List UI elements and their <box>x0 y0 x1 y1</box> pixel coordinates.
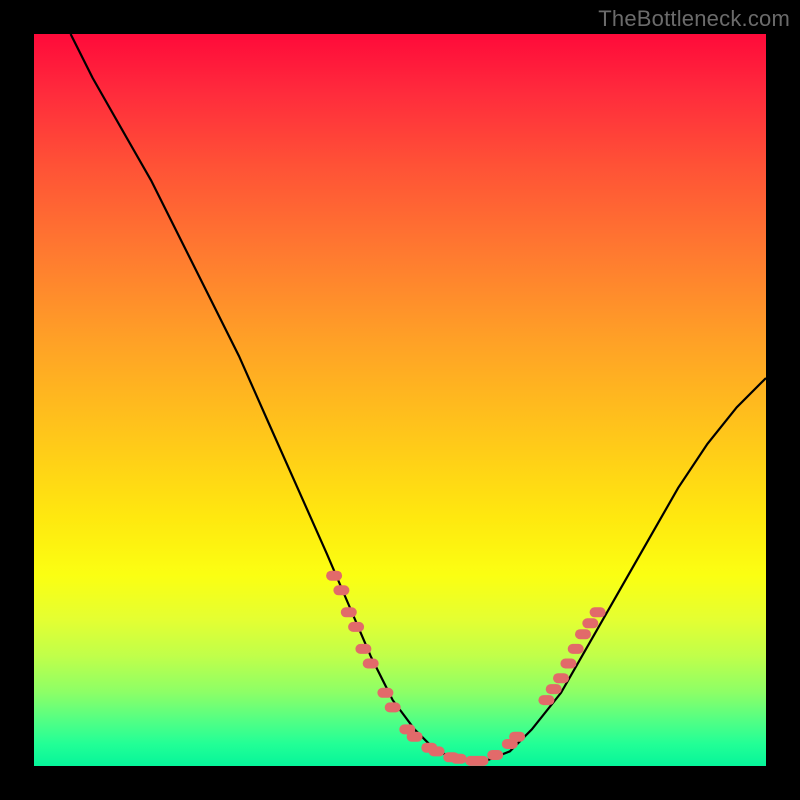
curve-marker <box>355 644 371 654</box>
curve-marker <box>553 673 569 683</box>
curve-marker <box>590 607 606 617</box>
curve-marker <box>487 750 503 760</box>
watermark-text: TheBottleneck.com <box>598 6 790 32</box>
curve-marker <box>582 618 598 628</box>
curve-marker <box>407 732 423 742</box>
curve-marker <box>385 702 401 712</box>
bottleneck-curve <box>71 34 766 762</box>
curve-marker <box>509 732 525 742</box>
curve-marker <box>363 659 379 669</box>
curve-marker <box>538 695 554 705</box>
curve-marker <box>341 607 357 617</box>
curve-marker <box>429 746 445 756</box>
curve-marker <box>377 688 393 698</box>
curve-marker <box>575 629 591 639</box>
chart-frame: TheBottleneck.com <box>0 0 800 800</box>
curve-marker <box>560 659 576 669</box>
curve-markers <box>326 571 605 766</box>
curve-marker <box>451 754 467 764</box>
curve-marker <box>568 644 584 654</box>
curve-marker <box>333 585 349 595</box>
curve-marker <box>546 684 562 694</box>
chart-svg <box>34 34 766 766</box>
curve-marker <box>473 756 489 766</box>
curve-marker <box>326 571 342 581</box>
curve-marker <box>348 622 364 632</box>
